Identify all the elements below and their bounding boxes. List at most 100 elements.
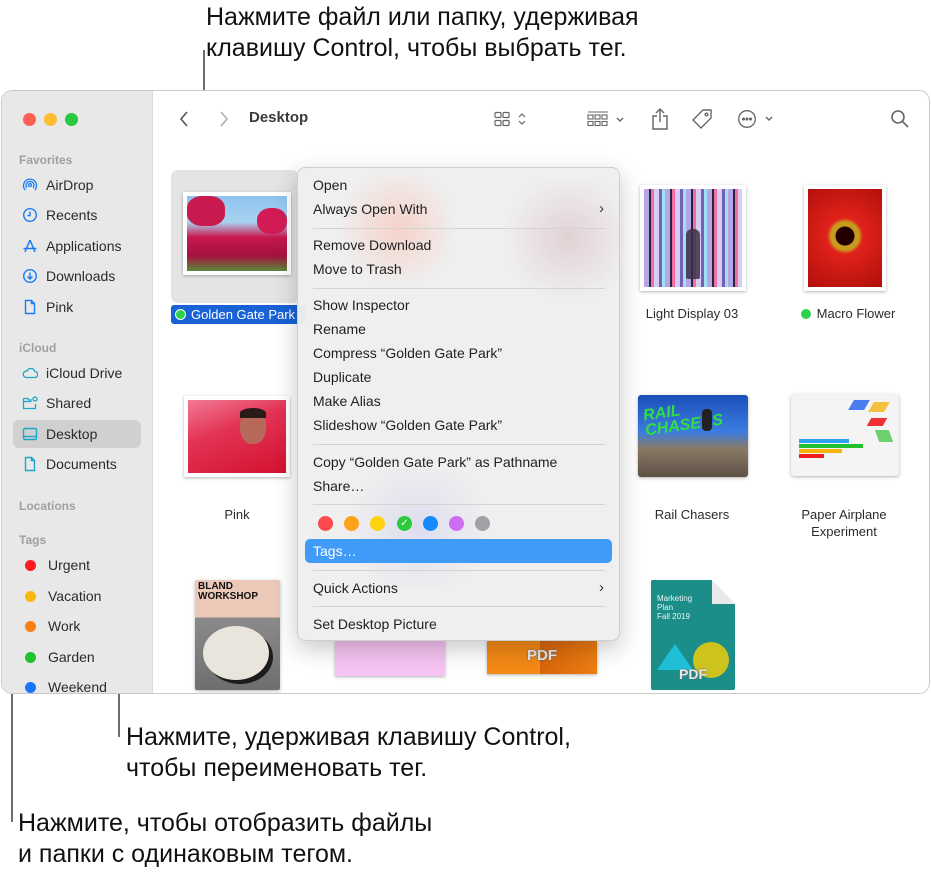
download-icon — [22, 268, 38, 284]
sidebar-item-documents[interactable]: Documents — [13, 450, 141, 478]
sidebar-item-recents[interactable]: Recents — [13, 201, 141, 229]
file-thumbnail-pink[interactable] — [184, 396, 290, 477]
sidebar-item-desktop[interactable]: Desktop — [13, 420, 141, 448]
callout-line: Нажмите файл или папку, удерживая — [206, 3, 639, 31]
sidebar-item-shared[interactable]: Shared — [13, 389, 141, 417]
checkmark-icon: ✓ — [400, 518, 409, 529]
sidebar-item-label: Pink — [46, 299, 74, 315]
callout-rename-tag: Нажмите, удерживая клавишу Control, чтоб… — [126, 722, 571, 784]
search-button[interactable] — [888, 107, 912, 131]
file-thumbnail-oranges-pdf[interactable]: PDF — [487, 641, 597, 674]
thumbnail-text: WORKSHOP — [198, 591, 258, 602]
file-label-paper-airplane[interactable]: Paper Airplane Experiment — [774, 506, 914, 540]
menu-item-copy-pathname[interactable]: Copy “Golden Gate Park” as Pathname — [305, 450, 612, 474]
file-label-pink[interactable]: Pink — [167, 506, 307, 523]
menu-item-share[interactable]: Share… — [305, 474, 612, 498]
sidebar-tag-weekend[interactable]: Weekend — [13, 673, 141, 693]
file-thumbnail-golden-gate-park[interactable] — [183, 192, 291, 275]
menu-item-open[interactable]: Open — [305, 173, 612, 197]
file-thumbnail-macro-flower[interactable] — [804, 185, 886, 291]
tag-color-gray[interactable] — [475, 516, 490, 531]
menu-separator — [313, 606, 605, 607]
callout-line: Нажмите, чтобы отобразить файлы — [18, 809, 433, 837]
sidebar-item-applications[interactable]: Applications — [13, 232, 141, 260]
menu-item-move-to-trash[interactable]: Move to Trash — [305, 257, 612, 281]
menu-item-show-inspector[interactable]: Show Inspector — [305, 293, 612, 317]
menu-item-label: Copy “Golden Gate Park” as Pathname — [313, 454, 558, 470]
menu-item-label: Tags… — [313, 543, 357, 559]
menu-item-set-desktop-picture[interactable]: Set Desktop Picture — [305, 612, 612, 636]
sidebar-item-label: Garden — [48, 649, 95, 665]
file-thumbnail-bland-workshop[interactable]: BLAND WORKSHOP — [195, 580, 280, 690]
cloud-icon — [22, 365, 38, 381]
tag-color-dot — [25, 590, 36, 602]
menu-item-label: Compress “Golden Gate Park” — [313, 345, 503, 361]
green-tag-dot — [800, 309, 811, 319]
share-button[interactable] — [649, 107, 671, 131]
sidebar-item-icloud-drive[interactable]: iCloud Drive — [13, 359, 141, 387]
close-button[interactable] — [23, 113, 36, 126]
callout-line: и папки с одинаковым тегом. — [18, 840, 353, 868]
callout-line: клавишу Control, чтобы выбрать тег. — [206, 34, 627, 62]
minimize-button[interactable] — [44, 113, 57, 126]
file-thumbnail-rail-chasers[interactable]: RAIL CHASERS — [638, 395, 748, 477]
shared-folder-icon — [22, 395, 38, 411]
ellipsis-circle-icon — [738, 110, 773, 128]
sidebar-tag-vacation[interactable]: Vacation — [13, 582, 141, 610]
action-button[interactable] — [737, 107, 779, 131]
tag-color-orange[interactable] — [344, 516, 359, 531]
menu-item-label: Open — [313, 177, 348, 193]
file-label-rail-chasers[interactable]: Rail Chasers — [622, 506, 762, 523]
menu-item-remove-download[interactable]: Remove Download — [305, 233, 612, 257]
file-thumbnail-paper-airplane[interactable] — [791, 394, 899, 476]
sidebar-section-favorites: Favorites — [19, 153, 73, 167]
sidebar-item-airdrop[interactable]: AirDrop — [13, 171, 141, 199]
sidebar-item-pink[interactable]: Pink — [13, 293, 141, 321]
tag-color-red[interactable] — [318, 516, 333, 531]
tag-color-yellow[interactable] — [370, 516, 385, 531]
file-name-text: Macro Flower — [816, 306, 896, 321]
tag-color-green[interactable]: ✓ — [397, 516, 412, 531]
tag-color-purple[interactable] — [449, 516, 464, 531]
file-label-light-display[interactable]: Light Display 03 — [622, 305, 762, 322]
sidebar-tag-garden[interactable]: Garden — [13, 643, 141, 671]
tag-button[interactable] — [690, 107, 714, 131]
file-name-golden-gate-park[interactable]: Golden Gate Park — [171, 305, 306, 324]
sidebar-tag-work[interactable]: Work — [13, 612, 141, 640]
menu-item-make-alias[interactable]: Make Alias — [305, 389, 612, 413]
menu-item-compress[interactable]: Compress “Golden Gate Park” — [305, 341, 612, 365]
file-name-line: Paper Airplane — [801, 507, 887, 522]
menu-item-quick-actions[interactable]: Quick Actions › — [305, 576, 612, 600]
group-by-button[interactable] — [587, 107, 629, 131]
document-icon — [22, 299, 38, 315]
finder-window: Favorites AirDrop Recents Applications D… — [1, 90, 930, 694]
menu-item-rename[interactable]: Rename — [305, 317, 612, 341]
callout-select-tag: Нажмите файл или папку, удерживая клавиш… — [206, 2, 639, 64]
pdf-badge: PDF — [679, 666, 707, 682]
menu-item-tags[interactable]: Tags… — [305, 539, 612, 563]
menu-item-label: Set Desktop Picture — [313, 616, 437, 632]
sidebar: Favorites AirDrop Recents Applications D… — [2, 91, 153, 693]
clock-icon — [22, 207, 38, 223]
menu-item-always-open-with[interactable]: Always Open With › — [305, 197, 612, 221]
file-thumbnail-light-display[interactable] — [640, 185, 746, 291]
zoom-button[interactable] — [65, 113, 78, 126]
menu-item-slideshow[interactable]: Slideshow “Golden Gate Park” — [305, 413, 612, 437]
file-label-macro-flower[interactable]: Macro Flower — [778, 305, 918, 322]
share-icon — [652, 108, 668, 130]
sidebar-item-label: Applications — [46, 238, 122, 254]
forward-button[interactable] — [214, 107, 234, 131]
thumbnail-text: Plan — [657, 603, 674, 612]
sidebar-tag-urgent[interactable]: Urgent — [13, 551, 141, 579]
menu-item-duplicate[interactable]: Duplicate — [305, 365, 612, 389]
view-mode-button[interactable] — [492, 107, 532, 131]
back-button[interactable] — [174, 107, 194, 131]
sidebar-item-label: Work — [48, 618, 81, 634]
file-thumbnail-pink-drawing[interactable] — [335, 641, 445, 676]
sidebar-item-downloads[interactable]: Downloads — [13, 262, 141, 290]
menu-separator — [313, 228, 605, 229]
desktop-icon — [22, 426, 38, 442]
tag-color-blue[interactable] — [423, 516, 438, 531]
airdrop-icon — [22, 177, 38, 193]
tag-color-dot — [25, 620, 36, 632]
